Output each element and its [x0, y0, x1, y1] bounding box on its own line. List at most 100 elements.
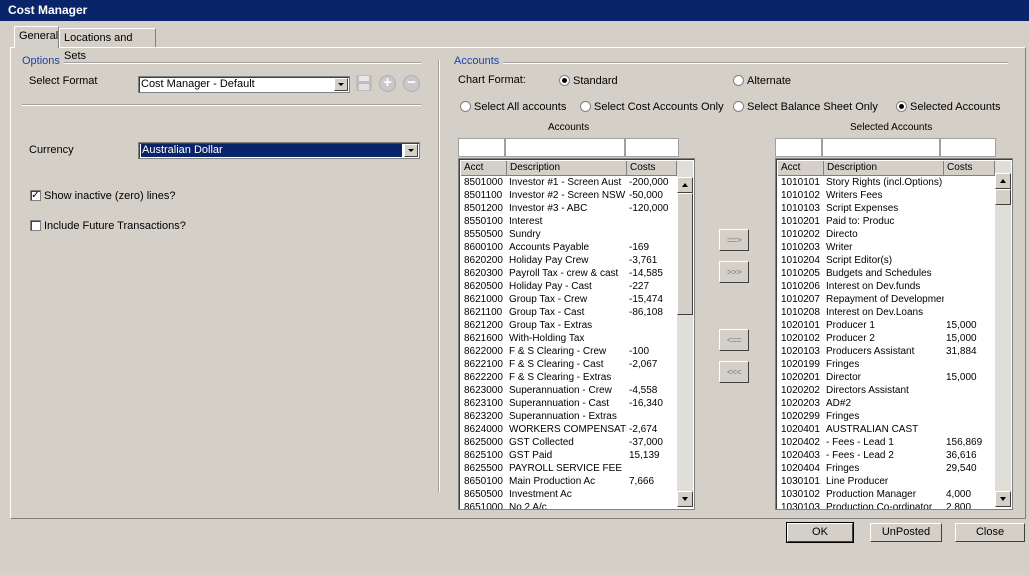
acct-cell: 1020201	[781, 372, 820, 383]
costs-cell: -14,585	[629, 268, 663, 279]
chart-format-label: Chart Format:	[458, 74, 526, 86]
scroll-thumb[interactable]	[677, 193, 693, 315]
column-header-description[interactable]: Description	[824, 161, 944, 175]
acct-cell: 8623000	[464, 385, 503, 396]
selected-accounts-grid[interactable]: Acct Description Costs 1010101 Story Righ…	[775, 158, 1013, 510]
column-header-costs[interactable]: Costs	[944, 161, 995, 175]
select-cost-accounts-label[interactable]: Select Cost Accounts Only	[594, 101, 724, 113]
chevron-down-icon[interactable]	[334, 78, 348, 91]
add-selected-button[interactable]: ==>	[719, 229, 749, 251]
chevron-down-icon[interactable]	[404, 144, 418, 157]
description-cell: Group Tax - Cast	[509, 307, 585, 318]
accounts-scrollbar[interactable]	[677, 161, 693, 507]
description-cell: Line Producer	[826, 476, 889, 487]
selected-costs-filter[interactable]	[940, 138, 996, 157]
select-balance-sheet-label[interactable]: Select Balance Sheet Only	[747, 101, 878, 113]
selected-accounts-label[interactable]: Selected Accounts	[910, 101, 1001, 113]
acct-cell: 8501200	[464, 203, 503, 214]
description-cell: F & S Clearing - Extras	[509, 372, 612, 383]
add-all-button[interactable]: >>>	[719, 261, 749, 283]
column-header-description[interactable]: Description	[507, 161, 627, 175]
acct-cell: 1020299	[781, 411, 820, 422]
acct-cell: 1030101	[781, 476, 820, 487]
description-cell: WORKERS COMPENSATIO	[509, 424, 627, 435]
acct-cell: 1010201	[781, 216, 820, 227]
unposted-button[interactable]: UnPosted	[870, 523, 942, 542]
accounts-grid[interactable]: Acct Description Costs 8501000 Investor #…	[458, 158, 695, 510]
scroll-up-arrow-icon[interactable]	[995, 173, 1011, 189]
acct-cell: 1030102	[781, 489, 820, 500]
currency-dropdown[interactable]: Australian Dollar	[138, 142, 420, 159]
description-cell: Sundry	[509, 229, 541, 240]
description-cell: Fringes	[826, 411, 860, 422]
acct-cell: 8621000	[464, 294, 503, 305]
description-cell: Directors Assistant	[826, 385, 909, 396]
tab-general[interactable]: General	[14, 26, 59, 48]
remove-selected-button[interactable]: <==	[719, 329, 749, 351]
include-future-label[interactable]: Include Future Transactions?	[44, 220, 186, 232]
acct-cell: 1010208	[781, 307, 820, 318]
show-inactive-checkbox[interactable]: ✓	[30, 190, 41, 201]
scroll-down-arrow-icon[interactable]	[677, 491, 693, 507]
close-button[interactable]: Close	[955, 523, 1025, 542]
description-cell: Writer	[826, 242, 853, 253]
accounts-description-filter[interactable]	[505, 138, 625, 157]
costs-cell: -120,000	[629, 203, 669, 214]
ok-button[interactable]: OK	[786, 522, 854, 543]
acct-cell: 8622200	[464, 372, 503, 383]
accounts-acct-filter[interactable]	[458, 138, 505, 157]
description-cell: With-Holding Tax	[509, 333, 585, 344]
acct-cell: 8623200	[464, 411, 503, 422]
remove-icon[interactable]: −	[403, 75, 420, 92]
remove-all-button[interactable]: <<<	[719, 361, 749, 383]
scroll-thumb[interactable]	[995, 189, 1011, 205]
column-header-acct[interactable]: Acct	[778, 161, 824, 175]
acct-cell: 8624000	[464, 424, 503, 435]
select-all-accounts-label[interactable]: Select All accounts	[474, 101, 566, 113]
column-header-acct[interactable]: Acct	[461, 161, 507, 175]
description-cell: Interest	[509, 216, 543, 227]
acct-cell: 8550100	[464, 216, 503, 227]
description-cell: Superannuation - Cast	[509, 398, 610, 409]
acct-cell: 1020103	[781, 346, 820, 357]
scroll-up-arrow-icon[interactable]	[677, 177, 693, 193]
accounts-group-title: Accounts	[454, 55, 500, 67]
costs-cell: -200,000	[629, 177, 669, 188]
description-cell: Director	[826, 372, 862, 383]
selected-accounts-radio[interactable]	[896, 101, 907, 112]
select-balance-sheet-radio[interactable]	[733, 101, 744, 112]
description-cell: - Fees - Lead 1	[826, 437, 894, 448]
add-icon[interactable]: +	[379, 75, 396, 92]
description-cell: Fringes	[826, 359, 860, 370]
select-format-dropdown[interactable]: Cost Manager - Default	[138, 76, 350, 93]
column-header-costs[interactable]: Costs	[627, 161, 677, 175]
selected-scrollbar[interactable]	[995, 161, 1011, 507]
acct-cell: 8621100	[464, 307, 503, 318]
save-icon[interactable]	[355, 74, 373, 92]
description-cell: GST Collected	[509, 437, 574, 448]
scroll-down-arrow-icon[interactable]	[995, 491, 1011, 507]
selected-description-filter[interactable]	[822, 138, 940, 157]
chart-format-alternate-label[interactable]: Alternate	[747, 75, 791, 87]
acct-cell: 8620500	[464, 281, 503, 292]
accounts-costs-filter[interactable]	[625, 138, 679, 157]
description-cell: - Fees - Lead 2	[826, 450, 894, 461]
tab-locations-and-sets[interactable]: Locations and Sets	[59, 28, 156, 62]
acct-cell: 1020403	[781, 450, 820, 461]
acct-cell: 8650500	[464, 489, 503, 500]
costs-cell: -2,067	[629, 359, 658, 370]
select-cost-accounts-radio[interactable]	[580, 101, 591, 112]
description-cell: Investment Ac	[509, 489, 572, 500]
costs-cell: -15,474	[629, 294, 663, 305]
description-cell: Investor #3 - ABC	[509, 203, 588, 214]
description-cell: Group Tax - Extras	[509, 320, 593, 331]
select-all-accounts-radio[interactable]	[460, 101, 471, 112]
selected-acct-filter[interactable]	[775, 138, 822, 157]
chart-format-alternate-radio[interactable]	[733, 75, 744, 86]
chart-format-standard-radio[interactable]	[559, 75, 570, 86]
acct-cell: 1010207	[781, 294, 820, 305]
select-format-value: Cost Manager - Default	[141, 78, 255, 90]
include-future-checkbox[interactable]	[30, 220, 41, 231]
chart-format-standard-label[interactable]: Standard	[573, 75, 618, 87]
show-inactive-label[interactable]: Show inactive (zero) lines?	[44, 190, 175, 202]
